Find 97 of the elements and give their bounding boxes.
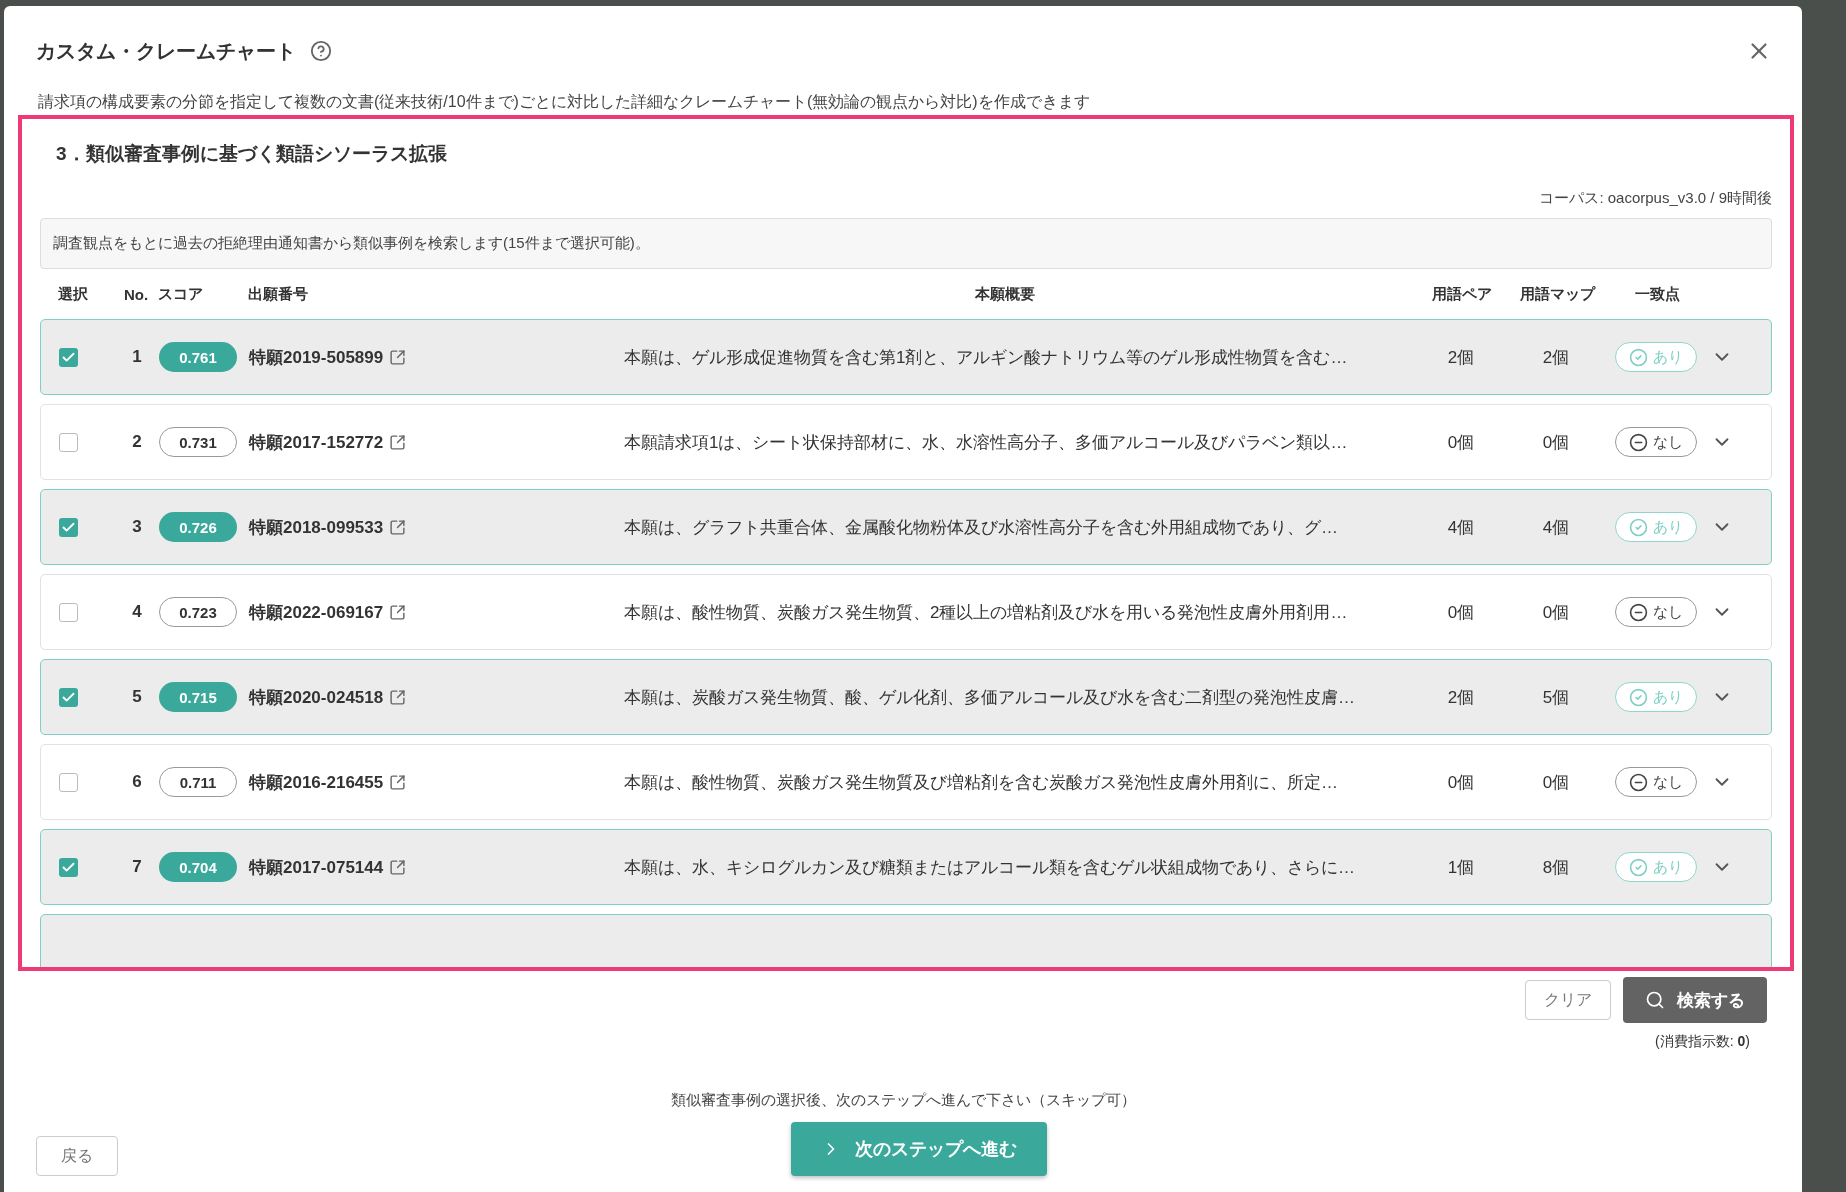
table-row[interactable]: 5 0.715 特願2020-024518 本願は、炭酸ガス発生物質、酸、ゲル化剤、多価アルコール及び水を含む二剤型の発泡性皮膚… 2個 5個 あり (40, 659, 1772, 735)
column-header: スコア (158, 284, 203, 304)
table-cell-text: 本願は、水、キシログルカン及び糖類またはアルコール類を含むゲル状組成物であり、さらに… (623, 856, 1356, 879)
section-title: 3．類似審査事例に基づく類語シソーラス拡張 (56, 142, 448, 166)
table-cell-text: 4個 (1447, 516, 1475, 539)
match-pill: あり (1615, 682, 1697, 712)
table-cell-text: 0個 (1447, 601, 1475, 624)
score-pill: 0.711 (159, 767, 237, 797)
table-row[interactable]: 2 0.731 特願2017-152772 本願請求項1は、シート状保持部材に、水、水溶性高分子、多価アルコール及びパラベン類以… 0個 0個 なし (40, 404, 1772, 480)
table-cell-text: 5個 (1542, 686, 1570, 709)
external-link-icon[interactable] (389, 603, 407, 621)
column-header: 選択 (58, 284, 88, 304)
column-header: No. (123, 285, 149, 303)
score-pill: 0.715 (159, 682, 237, 712)
score-pill: 0.731 (159, 427, 237, 457)
table-cell-text: 8個 (1542, 856, 1570, 879)
row-checkbox[interactable] (59, 432, 78, 452)
table-cell-text: 2個 (1447, 686, 1475, 709)
check-circle-icon (1629, 857, 1648, 877)
table-cell: 7 (132, 857, 142, 877)
match-pill: なし (1615, 427, 1697, 457)
table-cell-text: 2個 (1542, 346, 1570, 369)
external-link-icon[interactable] (389, 348, 407, 366)
score-pill: 0.726 (159, 512, 237, 542)
application-link[interactable]: 特願2020-024518 (249, 685, 384, 709)
table-cell: 4 (132, 602, 142, 622)
application-link[interactable]: 特願2022-069167 (249, 600, 384, 624)
dialog-description: 請求項の構成要素の分節を指定して複数の文書(従来技術/10件まで)ごとに対比した詳細なクレームチャート(無効論の観点から対比)を作成できます (38, 92, 1091, 112)
dialog-title: カスタム・クレームチャート (36, 38, 296, 64)
table-cell-text: 本願は、酸性物質、炭酸ガス発生物質及び増粘剤を含む炭酸ガス発泡性皮膚外用剤に、所定… (623, 771, 1339, 794)
external-link-icon[interactable] (389, 688, 407, 706)
column-header: 用語マップ (1519, 284, 1595, 304)
table-row[interactable]: 1 0.761 特願2019-505899 本願は、ゲル形成促進物質を含む第1剤と、アルギン酸ナトリウム等のゲル形成性物質を含む… 2個 2個 あり (40, 319, 1772, 395)
table-row[interactable]: 3 0.726 特願2018-099533 本願は、グラフト共重合体、金属酸化物粉体及び水溶性高分子を含む外用組成物であり、グ… 4個 4個 あり (40, 489, 1772, 565)
clear-button[interactable]: クリア (1525, 980, 1611, 1020)
table-cell-text: 本願は、ゲル形成促進物質を含む第1剤と、アルギン酸ナトリウム等のゲル形成性物質を含む… (623, 346, 1349, 369)
table-row[interactable]: 6 0.711 特願2016-216455 本願は、酸性物質、炭酸ガス発生物質及び増粘剤を含む炭酸ガス発泡性皮膚外用剤に、所定… 0個 0個 なし (40, 744, 1772, 820)
help-icon[interactable] (310, 40, 332, 62)
table-cell-text: 0個 (1542, 601, 1570, 624)
match-pill: なし (1615, 767, 1697, 797)
external-link-icon[interactable] (389, 433, 407, 451)
minus-circle-icon (1629, 602, 1648, 622)
footer-hint: 類似審査事例の選択後、次のステップへ進んで下さい（スキップ可） (670, 1091, 1136, 1110)
column-header: 用語ペア (1432, 284, 1492, 304)
table-cell-text: 1個 (1447, 856, 1475, 879)
table-cell-text: 0個 (1542, 771, 1570, 794)
minus-circle-icon (1629, 432, 1648, 452)
usage-count: (消費指示数: 0) (1655, 1033, 1750, 1051)
score-pill: 0.704 (159, 852, 237, 882)
score-pill: 0.761 (159, 342, 237, 372)
column-header: 一致点 (1634, 284, 1680, 304)
table-row[interactable]: 4 0.723 特願2022-069167 本願は、酸性物質、炭酸ガス発生物質、2種以上の増粘剤及び水を用いる発泡性皮膚外用剤用… 0個 0個 なし (40, 574, 1772, 650)
table-cell: 5 (132, 687, 142, 707)
table-cell-text: 本願は、炭酸ガス発生物質、酸、ゲル化剤、多価アルコール及び水を含む二剤型の発泡性皮膚… (623, 686, 1356, 709)
table-cell-text: 2個 (1447, 346, 1475, 369)
table-cell: 3 (132, 517, 142, 537)
back-button[interactable]: 戻る (36, 1136, 118, 1176)
match-pill: あり (1615, 342, 1697, 372)
table-cell-text: 0個 (1447, 771, 1475, 794)
corpus-label: コーパス: oacorpus_v3.0 / 9時間後 (1539, 189, 1772, 208)
table-cell-text: 0個 (1447, 431, 1475, 454)
application-link[interactable]: 特願2018-099533 (249, 515, 384, 539)
table-cell-text: 本願は、グラフト共重合体、金属酸化物粉体及び水溶性高分子を含む外用組成物であり、グ… (623, 516, 1339, 539)
search-icon (1645, 990, 1665, 1010)
match-pill: あり (1615, 852, 1697, 882)
score-pill: 0.723 (159, 597, 237, 627)
row-checkbox[interactable] (59, 517, 78, 537)
application-link[interactable]: 特願2017-075144 (249, 855, 384, 879)
table-cell-text: 0個 (1542, 431, 1570, 454)
check-circle-icon (1629, 347, 1648, 367)
external-link-icon[interactable] (389, 518, 407, 536)
check-circle-icon (1629, 687, 1648, 707)
row-checkbox[interactable] (59, 347, 78, 367)
row-checkbox[interactable] (59, 772, 78, 792)
table-cell: 2 (132, 432, 142, 452)
match-pill: なし (1615, 597, 1697, 627)
row-checkbox[interactable] (59, 687, 78, 707)
column-header: 本願概要 (975, 284, 1035, 304)
check-circle-icon (1629, 517, 1648, 537)
application-link[interactable]: 特願2017-152772 (249, 430, 384, 454)
table-cell-text: 本願請求項1は、シート状保持部材に、水、水溶性高分子、多価アルコール及びパラベン類以… (623, 431, 1349, 454)
notice-banner: 調査観点をもとに過去の拒絶理由通知書から類似事例を検索します(15件まで選択可能)。 (40, 218, 1772, 269)
minus-circle-icon (1629, 772, 1648, 792)
table-cell: 1 (132, 347, 142, 367)
search-button[interactable]: 検索する (1623, 977, 1767, 1023)
column-header: 出願番号 (248, 284, 308, 304)
table-cell-text: 4個 (1542, 516, 1570, 539)
row-checkbox[interactable] (59, 857, 78, 877)
table-row[interactable]: 7 0.704 特願2017-075144 本願は、水、キシログルカン及び糖類またはアルコール類を含むゲル状組成物であり、さらに… 1個 8個 あり (40, 829, 1772, 905)
external-link-icon[interactable] (389, 773, 407, 791)
row-checkbox[interactable] (59, 602, 78, 622)
table-cell-text: 本願は、酸性物質、炭酸ガス発生物質、2種以上の増粘剤及び水を用いる発泡性皮膚外用剤用… (623, 601, 1349, 624)
application-link[interactable]: 特願2016-216455 (249, 770, 384, 794)
external-link-icon[interactable] (389, 858, 407, 876)
table-cell: 6 (132, 772, 142, 792)
match-pill: あり (1615, 512, 1697, 542)
application-link[interactable]: 特願2019-505899 (249, 345, 384, 369)
